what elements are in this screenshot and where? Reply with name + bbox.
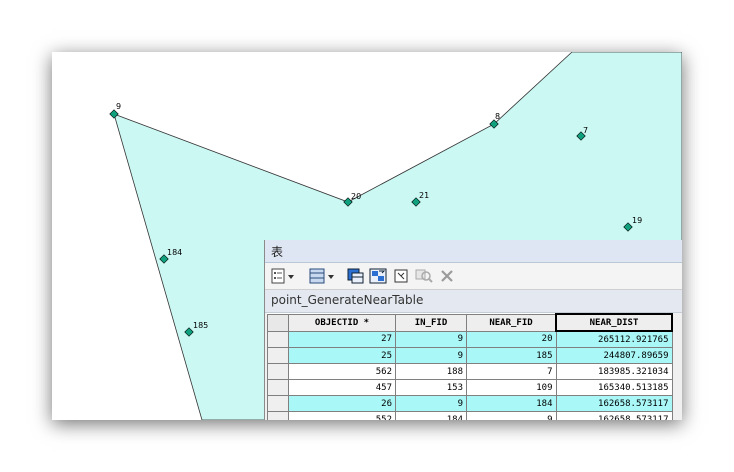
cell-in-fid[interactable]: 184 <box>395 411 467 420</box>
cell-near-dist[interactable]: 165340.513185 <box>555 379 673 396</box>
point-label: 185 <box>193 321 208 330</box>
row-selector[interactable] <box>267 395 289 412</box>
column-header-in-fid[interactable]: IN_FID <box>395 313 467 332</box>
table-options-icon <box>271 268 294 284</box>
cell-near-dist[interactable]: 265112.921765 <box>555 330 673 348</box>
point-label: 20 <box>351 192 361 201</box>
related-tables-button[interactable] <box>309 267 335 285</box>
cell-near-dist[interactable]: 162658.573117 <box>555 395 673 412</box>
table-row[interactable]: 562 188 7 183985.321034 <box>267 363 673 380</box>
cell-near-fid[interactable]: 7 <box>466 363 557 380</box>
row-selector[interactable] <box>267 347 289 364</box>
zoom-to-selected-icon <box>415 269 433 283</box>
select-by-attributes-button[interactable] <box>347 267 365 285</box>
point-label: 7 <box>583 126 588 135</box>
switch-selection-button[interactable] <box>369 267 387 285</box>
select-all-corner[interactable] <box>267 313 289 332</box>
cell-near-dist[interactable]: 244807.89659 <box>555 347 673 364</box>
cell-in-fid[interactable]: 153 <box>395 379 467 396</box>
cell-near-dist[interactable]: 183985.321034 <box>555 363 673 380</box>
cell-near-fid[interactable]: 109 <box>466 379 557 396</box>
delete-selected-button[interactable] <box>439 267 455 285</box>
zoom-to-selected-button[interactable] <box>415 267 433 285</box>
cell-in-fid[interactable]: 188 <box>395 363 467 380</box>
column-header-near-dist[interactable]: NEAR_DIST <box>555 313 673 332</box>
switch-selection-icon <box>369 268 387 284</box>
cell-in-fid[interactable]: 9 <box>395 330 467 348</box>
table-row[interactable]: 26 9 184 162658.573117 <box>267 395 673 412</box>
table-options-button[interactable] <box>271 267 295 285</box>
window-titlebar[interactable]: 表 <box>265 240 682 263</box>
row-selector[interactable] <box>267 411 289 420</box>
cell-near-dist[interactable]: 162658.573117 <box>555 411 673 420</box>
row-selector[interactable] <box>267 363 289 380</box>
select-by-attributes-icon <box>347 268 364 284</box>
point-label: 21 <box>419 191 429 200</box>
attribute-table-window: 表 point_GenerateNearTable OBJECTID * IN_… <box>264 240 682 420</box>
map-frame: 9 20 8 7 21 19 184 185 表 point_GenerateN… <box>52 52 682 420</box>
cell-near-fid[interactable]: 20 <box>466 330 557 348</box>
delete-selected-icon <box>441 270 453 282</box>
cell-objectid[interactable]: 27 <box>288 330 396 348</box>
column-header-objectid[interactable]: OBJECTID * <box>288 313 396 332</box>
row-selector[interactable] <box>267 379 289 396</box>
cell-near-fid[interactable]: 184 <box>466 395 557 412</box>
attribute-grid: OBJECTID * IN_FID NEAR_FID NEAR_DIST 27 … <box>267 313 673 420</box>
point-label: 9 <box>116 102 121 111</box>
row-selector[interactable] <box>267 330 289 348</box>
cell-objectid[interactable]: 457 <box>288 379 396 396</box>
table-toolbar <box>265 263 682 290</box>
point-label: 8 <box>495 112 500 121</box>
table-row[interactable]: 27 9 20 265112.921765 <box>267 330 673 348</box>
point-label: 184 <box>167 248 182 257</box>
header-row: OBJECTID * IN_FID NEAR_FID NEAR_DIST <box>267 313 673 332</box>
cell-in-fid[interactable]: 9 <box>395 395 467 412</box>
cell-objectid[interactable]: 26 <box>288 395 396 412</box>
cell-objectid[interactable]: 25 <box>288 347 396 364</box>
table-name: point_GenerateNearTable <box>271 293 424 307</box>
cell-objectid[interactable]: 562 <box>288 363 396 380</box>
table-row[interactable]: 25 9 185 244807.89659 <box>267 347 673 364</box>
cell-near-fid[interactable]: 9 <box>466 411 557 420</box>
related-tables-icon <box>309 268 334 284</box>
cell-in-fid[interactable]: 9 <box>395 347 467 364</box>
cell-near-fid[interactable]: 185 <box>466 347 557 364</box>
point-label: 19 <box>632 216 642 225</box>
clear-selection-button[interactable] <box>393 267 409 285</box>
table-tab[interactable]: point_GenerateNearTable <box>265 290 682 313</box>
clear-selection-icon <box>394 269 408 283</box>
column-header-near-fid[interactable]: NEAR_FID <box>466 313 557 332</box>
cell-objectid[interactable]: 552 <box>288 411 396 420</box>
table-row[interactable]: 457 153 109 165340.513185 <box>267 379 673 396</box>
table-row[interactable]: 552 184 9 162658.573117 <box>267 411 673 420</box>
window-title: 表 <box>271 245 284 259</box>
